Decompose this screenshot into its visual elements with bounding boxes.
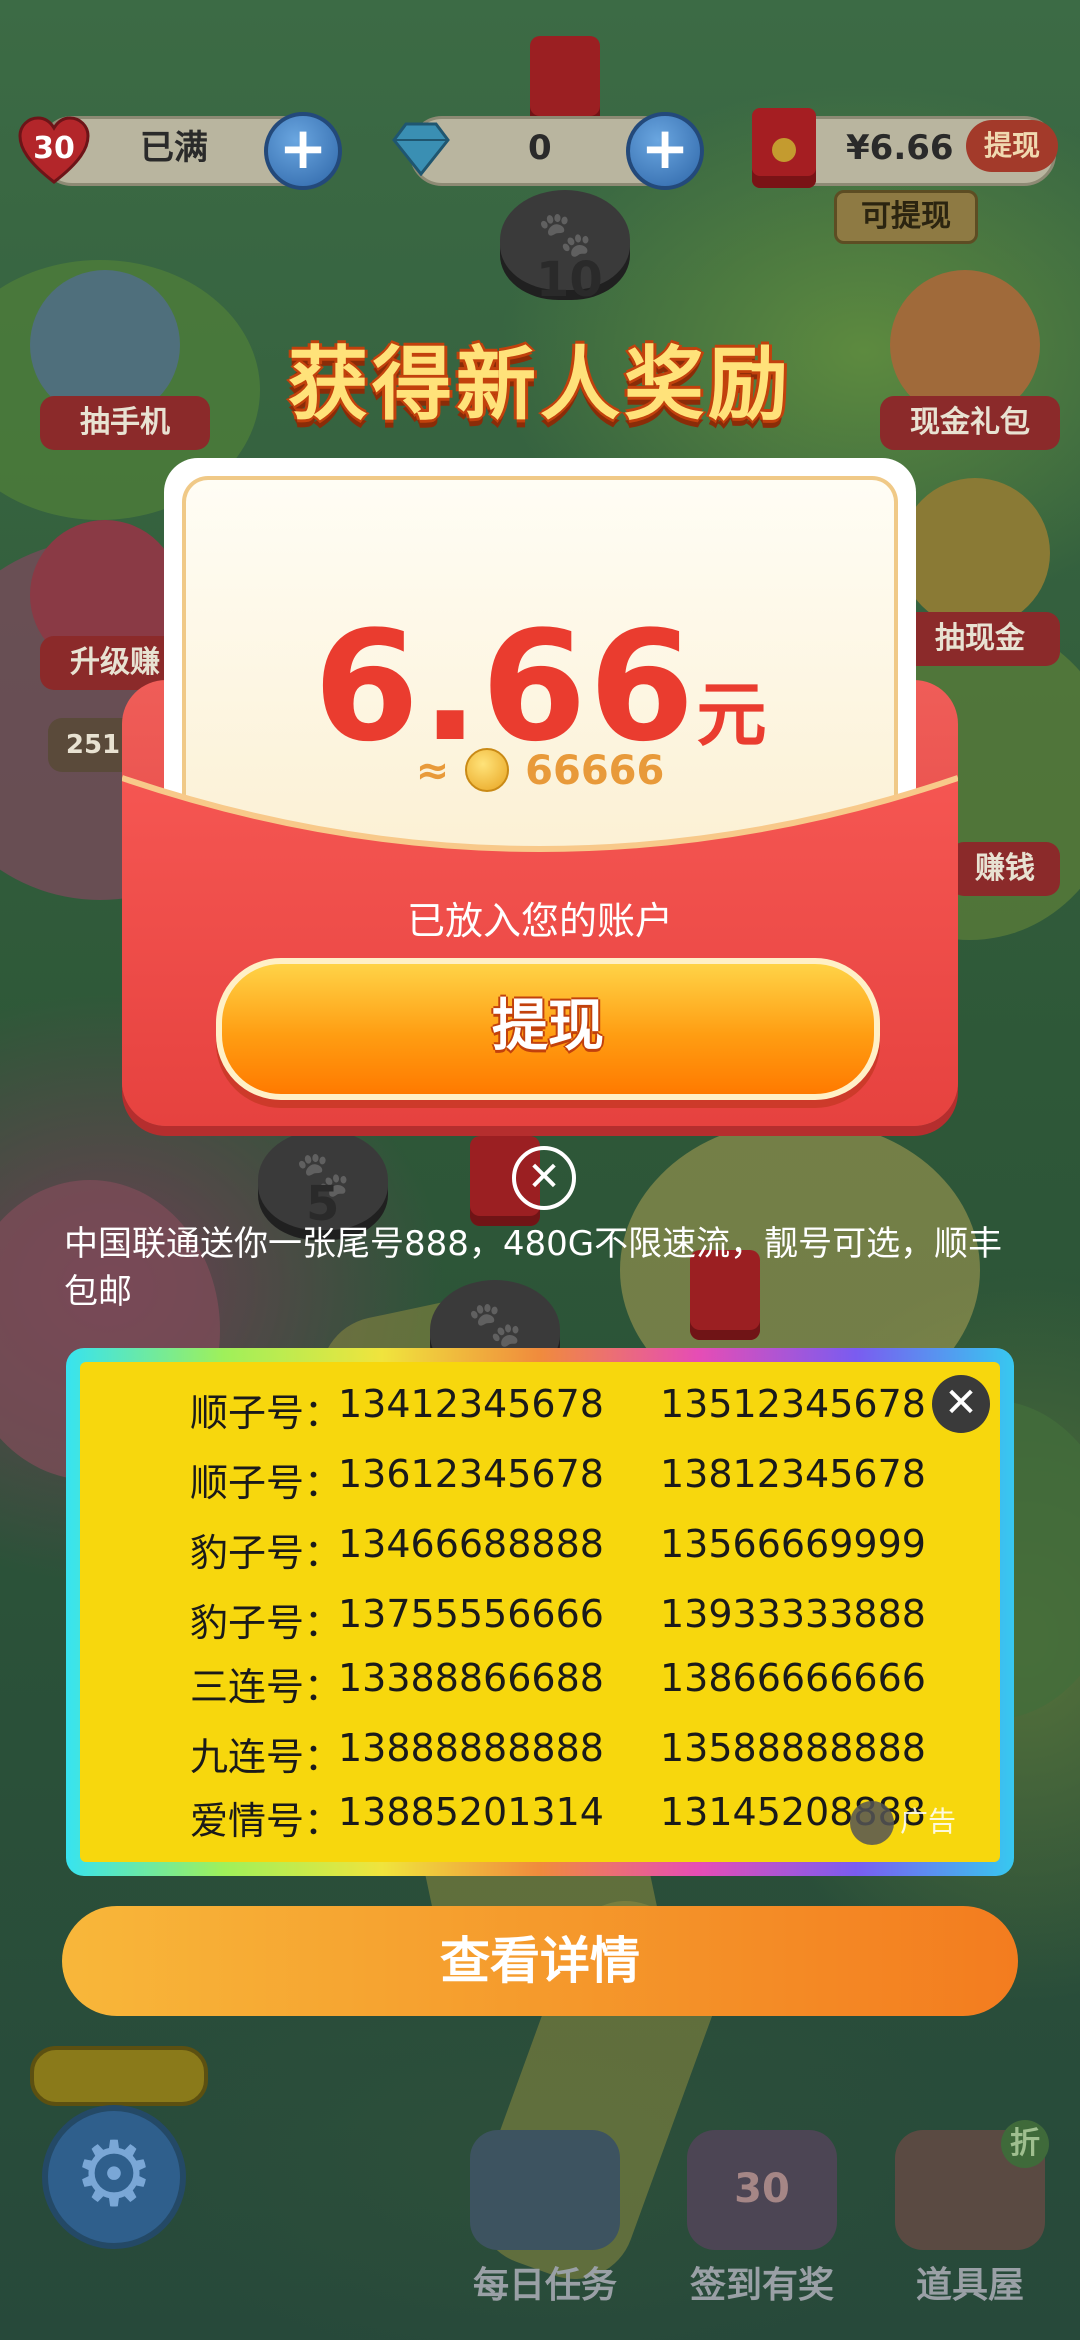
phone-number: 13612345678 <box>338 1452 604 1496</box>
add-gems-button[interactable]: + <box>626 112 704 190</box>
ad-banner[interactable]: 顺子号： 13412345678 13512345678 顺子号： 136123456… <box>66 1348 1014 1876</box>
nav-checkin-label: 签到有奖 <box>689 2265 834 2306</box>
earn-money-button[interactable]: 赚钱 <box>950 842 1060 896</box>
notebook-icon <box>470 2130 620 2250</box>
shop-discount-badge: 折 <box>1001 2120 1049 2168</box>
phone-number: 13885201314 <box>338 1790 604 1834</box>
phone-number: 13388866688 <box>338 1656 604 1700</box>
diamond-icon <box>390 122 452 177</box>
popup-title: 获得新人奖励 <box>288 338 792 431</box>
phone-number: 13466688888 <box>338 1522 604 1566</box>
phone-number: 13933333888 <box>660 1592 926 1636</box>
withdraw-small-button[interactable]: 提现 <box>966 120 1058 172</box>
add-lives-button[interactable]: + <box>264 112 342 190</box>
view-details-button[interactable]: 查看详情 <box>62 1906 1018 2016</box>
number-type-label: 九连号： <box>190 1735 343 1779</box>
lucky-wheel-icon[interactable] <box>900 478 1050 628</box>
lives-count: 30 <box>33 131 75 166</box>
phone-number: 13755556666 <box>338 1592 604 1636</box>
nav-checkin[interactable]: 30 签到有奖 <box>672 2130 852 2308</box>
number-type-label: 豹子号： <box>190 1601 343 1645</box>
level-number: 10 <box>536 252 603 308</box>
ad-close-icon[interactable]: ✕ <box>932 1375 990 1433</box>
ad-label-text: 广告 <box>900 1805 957 1838</box>
phone-number: 13588888888 <box>660 1726 926 1770</box>
nav-daily-tasks[interactable]: 每日任务 <box>455 2130 635 2308</box>
settings-gear-icon[interactable]: ⚙ <box>42 2105 186 2249</box>
popup-close-icon[interactable]: ✕ <box>512 1146 576 1210</box>
reward-amount-unit: 元 <box>696 674 767 756</box>
progress-bar <box>30 2046 208 2106</box>
number-type-label: 爱情号： <box>190 1799 343 1843</box>
phone-number: 13888888888 <box>338 1726 604 1770</box>
phone-number: 13566669999 <box>660 1522 926 1566</box>
ad-description: 中国联通送你一张尾号888，480G不限速流，靓号可选，顺丰包邮 <box>64 1224 1003 1312</box>
ad-number-list: 顺子号： 13412345678 13512345678 顺子号： 136123456… <box>80 1362 1000 1862</box>
deposited-message: 已放入您的账户 <box>406 899 673 943</box>
shop-icon: 折 <box>895 2120 1049 2250</box>
number-type-label: 顺子号： <box>190 1391 343 1435</box>
nav-shop-label: 道具屋 <box>915 2265 1024 2306</box>
balance-amount: ¥6.66 <box>846 128 954 168</box>
calendar-day: 30 <box>734 2166 790 2212</box>
nav-shop[interactable]: 折 道具屋 <box>880 2120 1060 2308</box>
phone-number: 13512345678 <box>660 1382 926 1426</box>
can-withdraw-tag: 可提现 <box>834 190 978 244</box>
number-type-label: 豹子号： <box>190 1531 343 1575</box>
red-packet-icon <box>752 108 816 188</box>
lives-status: 已满 <box>140 128 208 168</box>
ad-logo-icon <box>850 1801 894 1845</box>
withdraw-button[interactable]: 提现 <box>216 958 880 1100</box>
phone-number: 13812345678 <box>660 1452 926 1496</box>
nav-daily-tasks-label: 每日任务 <box>472 2265 617 2306</box>
phone-number: 13412345678 <box>338 1382 604 1426</box>
number-type-label: 三连号： <box>190 1665 343 1709</box>
calendar-icon: 30 <box>687 2130 837 2250</box>
ad-label: 广告 <box>850 1800 957 1845</box>
gem-count: 0 <box>528 128 552 168</box>
draw-cash-button[interactable]: 抽现金 <box>900 612 1060 666</box>
heart-icon: 30 <box>18 116 90 186</box>
number-type-label: 顺子号： <box>190 1461 343 1505</box>
phone-number: 13866666666 <box>660 1656 926 1700</box>
map-red-packet <box>530 36 600 126</box>
